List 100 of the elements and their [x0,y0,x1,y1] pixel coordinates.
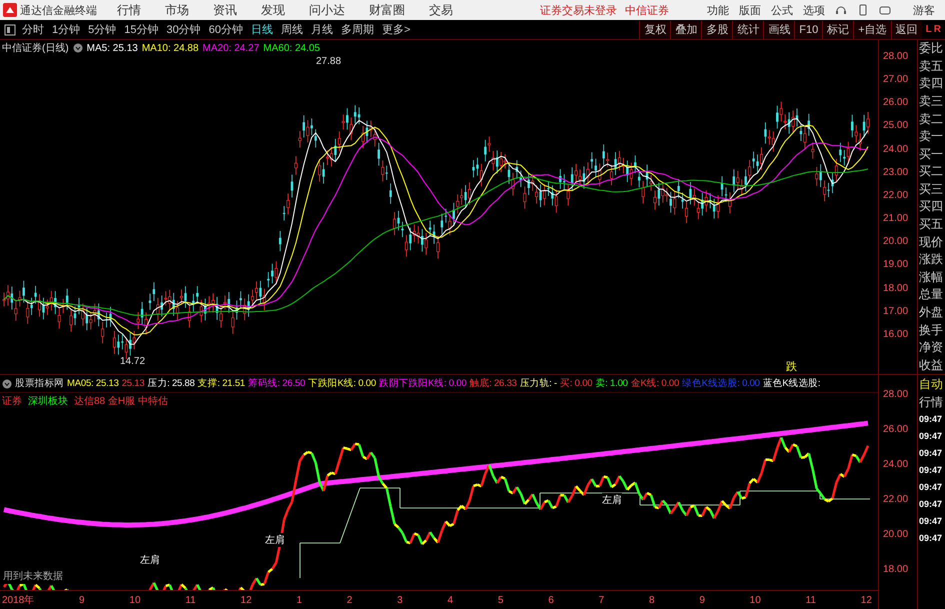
date-axis-label: 10 [129,594,141,606]
dropdown-icon[interactable] [2,378,12,388]
menu-item[interactable]: 功能 [707,2,729,18]
app-name: 通达信金融终端 [20,4,97,18]
price-axis-label: 20.00 [883,236,910,248]
indicator-value: MA05: 25.13 [67,378,119,389]
signal-label: 跌 [786,360,797,374]
user-label[interactable]: 游客 [913,2,935,18]
toolbar-button[interactable]: 复权 [639,20,670,38]
period-tab[interactable]: 周线 [281,22,303,37]
price-axis-label: 16.00 [883,328,910,340]
quote-label: 涨幅 [919,268,944,286]
date-axis-label: 4 [448,594,454,606]
login-status[interactable]: 中信证券 [625,2,669,18]
corner-mark[interactable]: R [934,24,941,35]
toolbar-button[interactable]: 多股 [701,20,732,38]
quote-label: 卖三 [919,93,944,110]
indicator-value: 买: 0.00 [560,377,592,390]
toolbar-button[interactable]: 标记 [822,20,854,38]
chart-note: 用到未来数据 [2,568,64,584]
date-axis-label: 9 [699,594,705,606]
ma-value: MA60: 24.05 [263,42,320,54]
toolbar-button[interactable]: +自选 [853,20,891,38]
price-axis-label: 27.00 [883,74,910,86]
date-axis-label: 9 [79,594,85,606]
indicator-tag: 达信88 金H服 中特估 [74,394,168,408]
period-tab[interactable]: 多周期 [341,22,374,37]
period-tab[interactable]: 月线 [311,22,333,37]
ma-value: MA20: 24.27 [202,42,260,54]
price-axis-label: 21.00 [883,213,910,224]
date-axis-label: 1 [296,594,302,606]
menu-item[interactable]: 资讯 [213,2,237,18]
date-axis-label: 2018年 [2,594,34,607]
period-tab[interactable]: 1分钟 [52,22,80,37]
date-axis-label: 11 [185,594,196,606]
menu-item[interactable]: 行情 [117,2,141,18]
chart-title: 中信证券(日线) [2,42,69,55]
price-axis-label: 18.00 [883,282,910,294]
date-axis-label: 10 [750,594,761,606]
menu-item[interactable]: 选项 [803,2,825,18]
quote-label: 总量 [919,286,944,304]
indicator-value: 筹码线: 26.50 [248,377,306,390]
indicator-tag: 证券 [2,394,22,408]
quote-label: 涨跌 [919,251,944,268]
ma-value: MA10: 24.88 [142,42,199,54]
menu-item[interactable]: 公式 [771,2,793,18]
quote-label: 买一 [919,146,944,163]
quote-label: 卖二 [919,110,944,128]
indicator-axis-label: 26.00 [883,424,910,435]
indicator-value: 绿色K线选股: 0.00 [682,377,760,390]
indicator-name: 股票指标网 [15,377,64,390]
dropdown-icon[interactable] [72,43,83,53]
corner-mark[interactable]: L [926,24,932,35]
period-tab[interactable]: 60分钟 [208,22,243,37]
quote-label: 买五 [919,216,944,234]
period-tab[interactable]: 15分钟 [124,22,158,37]
period-tab[interactable]: 日线 [251,22,273,37]
quote-label: 卖一 [919,128,944,146]
menu-item[interactable]: 发现 [261,2,285,18]
chart-annotation: 左肩 [602,493,622,507]
period-tab[interactable]: 5分钟 [88,22,116,37]
period-tab[interactable]: 30分钟 [166,22,201,37]
period-tab[interactable]: 分时 [22,22,44,37]
quote-label: 卖四 [919,75,944,92]
menu-item[interactable]: 版面 [739,2,761,18]
indicator-value: 压力轨: - [520,377,557,390]
toolbar-button[interactable]: 叠加 [670,20,702,38]
toolbar-button[interactable]: 画线 [763,20,794,38]
headset-icon[interactable] [835,4,847,16]
panel-tab[interactable]: 行情 [919,393,945,411]
panel-toggle-icon[interactable] [4,24,16,36]
menu-item[interactable]: 市场 [165,2,189,18]
menu-item[interactable]: 财富圈 [369,2,405,18]
indicator-tag: 深圳板块 [28,394,68,408]
indicator-value: 压力: 25.88 [147,377,195,390]
trade-time: 09:47 [919,413,944,426]
trade-time: 09:47 [919,498,944,511]
menu-item[interactable]: 交易 [429,2,453,18]
trade-time: 09:47 [919,447,944,460]
price-axis-label: 25.00 [883,120,910,132]
date-axis-label: 11 [806,594,816,606]
login-status[interactable]: 证券交易未登录 [540,2,617,18]
quote-label: 卖五 [919,58,944,75]
quote-label: 现价 [919,234,944,251]
date-axis-label: 3 [397,594,403,606]
toolbar-button[interactable]: 统计 [732,20,764,38]
panel-tab[interactable]: 自动 [919,375,945,393]
price-axis-label: 26.00 [883,97,910,108]
period-tab[interactable]: 更多> [382,22,410,37]
ma-value: MA5: 25.13 [86,42,138,54]
toolbar-button[interactable]: F10 [794,20,822,38]
indicator-axis-label: 20.00 [883,529,910,540]
indicator-axis-label: 22.00 [883,494,910,505]
indicator-value: 金K线: 0.00 [630,377,680,390]
trade-time: 09:47 [919,464,944,477]
quote-label: 外盘 [919,304,944,321]
toolbar-button[interactable]: 返回 [890,20,922,38]
indicator-value: 跌阴下跌阳K线: 0.00 [378,377,466,390]
date-axis-label: 8 [648,594,655,606]
menu-item[interactable]: 问小达 [309,2,345,18]
